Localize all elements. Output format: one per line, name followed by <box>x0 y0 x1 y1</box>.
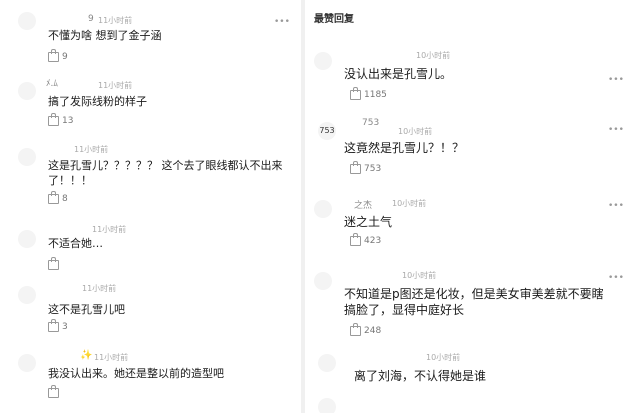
timestamp: 11小时前 <box>94 353 129 362</box>
more-options-icon[interactable]: ••• <box>274 16 290 28</box>
like-button[interactable]: 8 <box>48 191 68 204</box>
timestamp: 11小时前 <box>82 284 117 293</box>
avatar[interactable] <box>18 12 36 30</box>
timestamp: 10小时前 <box>392 199 427 208</box>
timestamp: 11小时前 <box>98 16 133 25</box>
like-button[interactable]: 9 <box>48 49 68 62</box>
comment-text: 搞了发际线粉的样子 <box>48 95 147 108</box>
comment-item: ✨ 11小时前 我没认出来。她还是整以前的造型吧 <box>0 346 300 412</box>
comment-text: 迷之土气 <box>344 215 393 229</box>
avatar[interactable] <box>314 52 332 70</box>
thumbs-up-icon <box>350 87 361 100</box>
comment-text: 这是孔雪儿？？？？？ 这个去了眼线都认不出来了！！！ <box>48 159 283 187</box>
like-count: 423 <box>364 236 382 246</box>
thumbs-up-icon <box>48 49 59 62</box>
thumbs-up-icon <box>48 319 59 332</box>
like-button[interactable]: 753 <box>350 161 382 174</box>
more-options-icon[interactable]: ••• <box>608 74 624 86</box>
comment-item: 之杰 10小时前 迷之土气 423 ••• <box>306 186 640 252</box>
like-button[interactable]: 423 <box>350 233 382 246</box>
avatar[interactable] <box>18 82 36 100</box>
timestamp: 10小时前 <box>426 353 461 362</box>
comment-item: 10小时前 没认出来是孔雪儿。 1185 ••• <box>306 46 640 106</box>
like-count: 1185 <box>364 90 387 100</box>
like-button[interactable] <box>48 385 62 398</box>
avatar[interactable] <box>314 272 332 290</box>
avatar[interactable] <box>18 286 36 304</box>
thumbs-up-icon <box>350 233 361 246</box>
like-count: 13 <box>62 116 74 126</box>
timestamp: 11小时前 <box>98 81 133 90</box>
section-title: 最赞回复 <box>314 14 354 25</box>
thumbs-up-icon <box>48 257 59 270</box>
comment-text: 我没认出来。她还是整以前的造型吧 <box>48 367 224 380</box>
timestamp: 11小时前 <box>74 145 109 154</box>
comment-item: 11小时前 这是孔雪儿？？？？？ 这个去了眼线都认不出来了！！！ 8 <box>0 136 300 208</box>
like-button[interactable] <box>48 257 62 270</box>
like-count: 3 <box>62 322 68 332</box>
comment-item: ﾒ.ﾑ 11小时前 搞了发际线粉的样子 13 <box>0 72 300 132</box>
like-button[interactable]: 248 <box>350 323 382 336</box>
comment-text: 离了刘海，不认得她是谁 <box>354 369 487 383</box>
comment-item: 11小时前 这不是孔雪儿吧 3 <box>0 280 300 342</box>
timestamp: 10小时前 <box>398 127 433 136</box>
avatar[interactable]: 753 <box>318 122 336 140</box>
username[interactable]: 9 <box>88 14 94 24</box>
comment-item: 11小时前 不适合她… <box>0 222 300 276</box>
left-comment-panel: 9 11小时前 不懂为啥 想到了金子涵 9 ••• ﾒ.ﾑ 11小时前 搞了发际… <box>0 0 300 413</box>
comment-item: 10小时前 不知道是p图还是化妆，但是美女审美差就不要瞎搞脸了，显得中庭好长 2… <box>306 264 640 344</box>
comment-text: 不知道是p图还是化妆，但是美女审美差就不要瞎搞脸了，显得中庭好长 <box>344 287 604 317</box>
timestamp: 11小时前 <box>92 225 127 234</box>
thumbs-up-icon <box>350 323 361 336</box>
right-comment-panel: 最赞回复 10小时前 没认出来是孔雪儿。 1185 ••• 753 753 10… <box>306 0 640 413</box>
avatar[interactable] <box>318 354 336 372</box>
comment-text: 不适合她… <box>48 237 103 250</box>
like-count: 8 <box>62 194 68 204</box>
like-button[interactable]: 13 <box>48 113 74 126</box>
username[interactable]: ✨ <box>80 350 92 361</box>
comment-item <box>306 396 640 413</box>
more-options-icon[interactable]: ••• <box>608 124 624 136</box>
comment-text: 不懂为啥 想到了金子涵 <box>48 29 162 42</box>
comment-text: 这不是孔雪儿吧 <box>48 303 125 316</box>
like-count: 753 <box>364 164 382 174</box>
more-options-icon[interactable]: ••• <box>608 200 624 212</box>
like-count: 9 <box>62 52 68 62</box>
avatar[interactable] <box>314 200 332 218</box>
username[interactable]: 之杰 <box>354 198 372 211</box>
avatar[interactable] <box>18 148 36 166</box>
timestamp: 10小时前 <box>416 51 451 60</box>
avatar[interactable] <box>18 354 36 372</box>
panel-divider <box>301 0 305 413</box>
username[interactable]: 753 <box>362 118 379 128</box>
avatar[interactable] <box>318 398 336 413</box>
comment-text: 这竟然是孔雪儿？！？ <box>344 141 465 155</box>
thumbs-up-icon <box>48 385 59 398</box>
like-button[interactable]: 3 <box>48 319 68 332</box>
thumbs-up-icon <box>350 161 361 174</box>
thumbs-up-icon <box>48 113 59 126</box>
like-button[interactable]: 1185 <box>350 87 387 100</box>
like-count: 248 <box>364 326 382 336</box>
comment-item: 753 753 10小时前 这竟然是孔雪儿？！？ 753 ••• <box>306 116 640 180</box>
username[interactable]: ﾒ.ﾑ <box>46 76 58 89</box>
thumbs-up-icon <box>48 191 59 204</box>
timestamp: 10小时前 <box>402 271 437 280</box>
more-options-icon[interactable]: ••• <box>608 272 624 284</box>
comment-text: 没认出来是孔雪儿。 <box>344 67 453 81</box>
comment-item: 9 11小时前 不懂为啥 想到了金子涵 9 ••• <box>0 8 300 68</box>
comment-item: 10小时前 离了刘海，不认得她是谁 <box>306 350 640 390</box>
avatar[interactable] <box>18 230 36 248</box>
